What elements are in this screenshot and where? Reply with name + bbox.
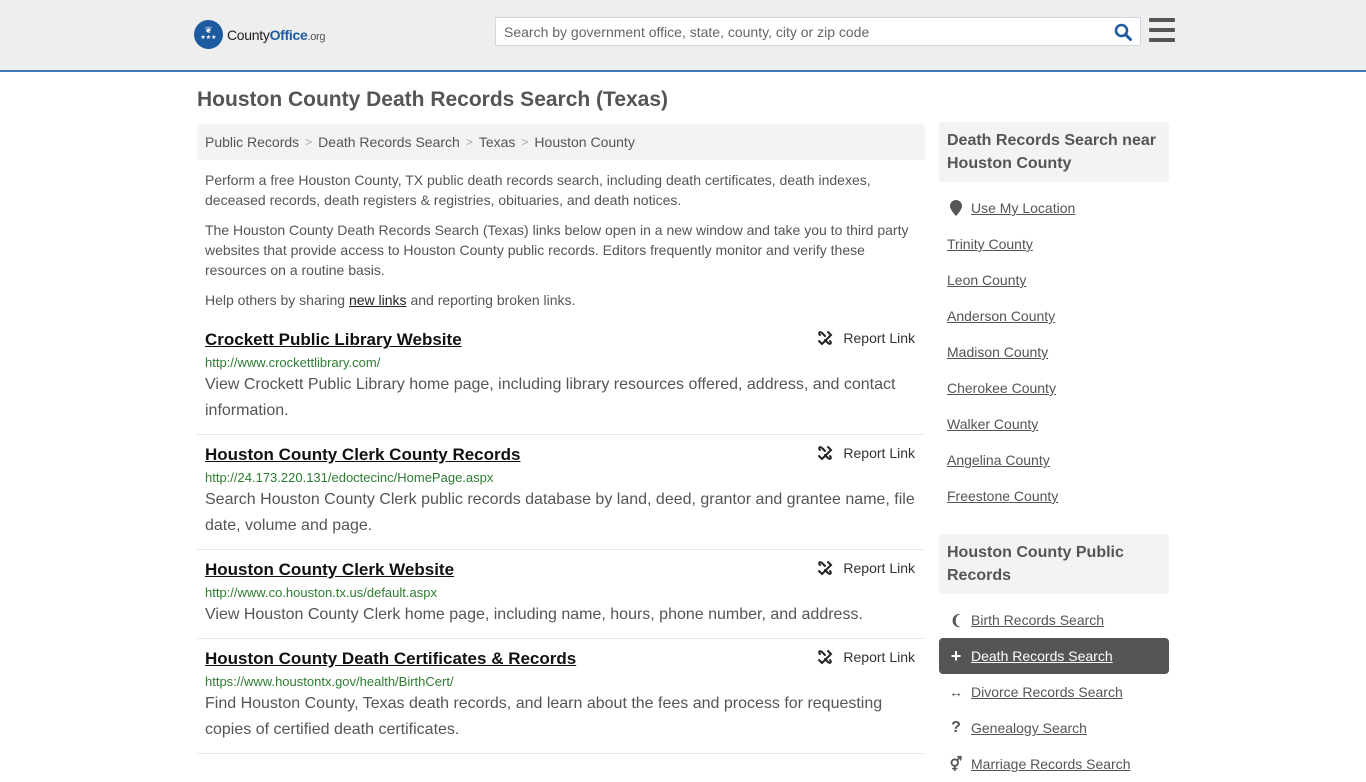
plus-icon: +: [950, 645, 962, 666]
use-my-location-link[interactable]: Use My Location: [971, 200, 1075, 216]
page-title: Houston County Death Records Search (Tex…: [197, 88, 669, 111]
listing-title-link[interactable]: Crockett Public Library Website: [205, 328, 462, 352]
listing-url: https://www.houstontx.gov/health/BirthCe…: [205, 674, 454, 689]
breadcrumb: Public Records > Death Records Search > …: [197, 124, 925, 160]
public-records-list: ❨​ Birth Records Search + Death Records …: [939, 602, 1169, 782]
breadcrumb-texas[interactable]: Texas: [479, 134, 516, 150]
breadcrumb-public-records[interactable]: Public Records: [205, 134, 299, 150]
hamburger-icon-bar: [1149, 28, 1175, 32]
listing-url: http://www.co.houston.tx.us/default.aspx: [205, 585, 437, 600]
help-paragraph: Help others by sharing new links and rep…: [205, 292, 576, 308]
listing-title-link[interactable]: Houston County Clerk County Records: [205, 443, 520, 467]
venus-mars-icon: ⚥: [949, 755, 963, 772]
child-icon: ❨​: [950, 611, 962, 628]
listing-url: http://24.173.220.131/edoctecinc/HomePag…: [205, 470, 494, 485]
site-logo[interactable]: ❦ ★★★ CountyOffice.org: [194, 20, 326, 49]
listing-description: Search Houston County Clerk public recor…: [205, 491, 915, 534]
broken-link-icon: [818, 650, 833, 665]
search-bar: [495, 17, 1141, 46]
nearby-county-item: Walker County: [939, 406, 1169, 442]
death-records-link[interactable]: Death Records Search: [971, 648, 1113, 664]
listing-item: Houston County Clerk Website Report Link…: [197, 550, 925, 639]
birth-records-link[interactable]: Birth Records Search: [971, 612, 1104, 628]
nearby-county-item: Leon County: [939, 262, 1169, 298]
listing-title-link[interactable]: Houston County Death Certificates & Reco…: [205, 647, 576, 671]
county-link-trinity[interactable]: Trinity County: [947, 236, 1033, 252]
report-link-button[interactable]: Report Link: [817, 445, 915, 461]
listing-url: http://www.crockettlibrary.com/: [205, 355, 381, 370]
listing-description: Find Houston County, Texas death records…: [205, 695, 883, 738]
county-link-madison[interactable]: Madison County: [947, 344, 1048, 360]
nearby-heading: Death Records Search near Houston County: [939, 122, 1169, 182]
menu-button[interactable]: [1149, 18, 1175, 42]
logo-eagle-icon: ❦ ★★★: [194, 20, 223, 49]
listing-description: View Houston County Clerk home page, inc…: [205, 606, 863, 623]
breadcrumb-separator: >: [305, 135, 313, 149]
intro-paragraph: Perform a free Houston County, TX public…: [205, 172, 871, 208]
report-link-button[interactable]: Report Link: [817, 330, 915, 346]
search-button[interactable]: [1106, 18, 1140, 45]
listing-description: View Crockett Public Library home page, …: [205, 376, 896, 419]
search-icon: [1114, 23, 1132, 41]
intro-text: Perform a free Houston County, TX public…: [197, 170, 925, 310]
breadcrumb-current: Houston County: [534, 134, 635, 150]
listing-item: Houston County Death Certificates & Reco…: [197, 639, 925, 754]
use-location-item: Use My Location: [939, 190, 1169, 226]
main-content: Public Records > Death Records Search > …: [197, 124, 925, 754]
map-marker-icon: [947, 200, 965, 216]
broken-link-icon: [818, 561, 833, 576]
public-records-item-genealogy[interactable]: ? Genealogy Search: [939, 710, 1169, 746]
county-link-walker[interactable]: Walker County: [947, 416, 1038, 432]
site-header: ❦ ★★★ CountyOffice.org: [0, 0, 1366, 72]
county-link-leon[interactable]: Leon County: [947, 272, 1026, 288]
public-records-heading: Houston County Public Records: [939, 534, 1169, 594]
new-links-link[interactable]: new links: [349, 292, 407, 308]
search-input[interactable]: [496, 18, 1106, 45]
marriage-records-link[interactable]: Marriage Records Search: [971, 756, 1131, 772]
question-icon: ?: [951, 719, 961, 736]
hamburger-icon-bar: [1149, 18, 1175, 22]
nearby-county-item: Anderson County: [939, 298, 1169, 334]
listing-title-link[interactable]: Houston County Clerk Website: [205, 558, 454, 582]
public-records-item-birth[interactable]: ❨​ Birth Records Search: [939, 602, 1169, 638]
broken-link-icon: [818, 446, 833, 461]
breadcrumb-separator: >: [465, 135, 473, 149]
intro-paragraph: The Houston County Death Records Search …: [205, 222, 909, 278]
nearby-county-item: Trinity County: [939, 226, 1169, 262]
nearby-county-item: Madison County: [939, 334, 1169, 370]
public-records-item-death[interactable]: + Death Records Search: [939, 638, 1169, 674]
county-link-freestone[interactable]: Freestone County: [947, 488, 1058, 504]
sidebar: Death Records Search near Houston County…: [939, 122, 1169, 782]
listing-item: Houston County Clerk County Records Repo…: [197, 435, 925, 550]
nearby-list: Use My Location Trinity County Leon Coun…: [939, 190, 1169, 514]
hamburger-icon-bar: [1149, 38, 1175, 42]
county-link-anderson[interactable]: Anderson County: [947, 308, 1055, 324]
county-link-angelina[interactable]: Angelina County: [947, 452, 1050, 468]
public-records-item-divorce[interactable]: ↔ Divorce Records Search: [939, 674, 1169, 710]
listings: Crockett Public Library Website Report L…: [197, 320, 925, 754]
arrows-horizontal-icon: ↔: [949, 684, 963, 700]
divorce-records-link[interactable]: Divorce Records Search: [971, 684, 1123, 700]
public-records-item-marriage[interactable]: ⚥ Marriage Records Search: [939, 746, 1169, 782]
broken-link-icon: [818, 331, 833, 346]
logo-text: CountyOffice.org: [227, 26, 326, 43]
listing-item: Crockett Public Library Website Report L…: [197, 320, 925, 435]
breadcrumb-death-records-search[interactable]: Death Records Search: [318, 134, 460, 150]
report-link-button[interactable]: Report Link: [817, 560, 915, 576]
county-link-cherokee[interactable]: Cherokee County: [947, 380, 1056, 396]
genealogy-link[interactable]: Genealogy Search: [971, 720, 1087, 736]
report-link-button[interactable]: Report Link: [817, 649, 915, 665]
nearby-county-item: Freestone County: [939, 478, 1169, 514]
breadcrumb-separator: >: [521, 135, 529, 149]
nearby-county-item: Angelina County: [939, 442, 1169, 478]
nearby-county-item: Cherokee County: [939, 370, 1169, 406]
